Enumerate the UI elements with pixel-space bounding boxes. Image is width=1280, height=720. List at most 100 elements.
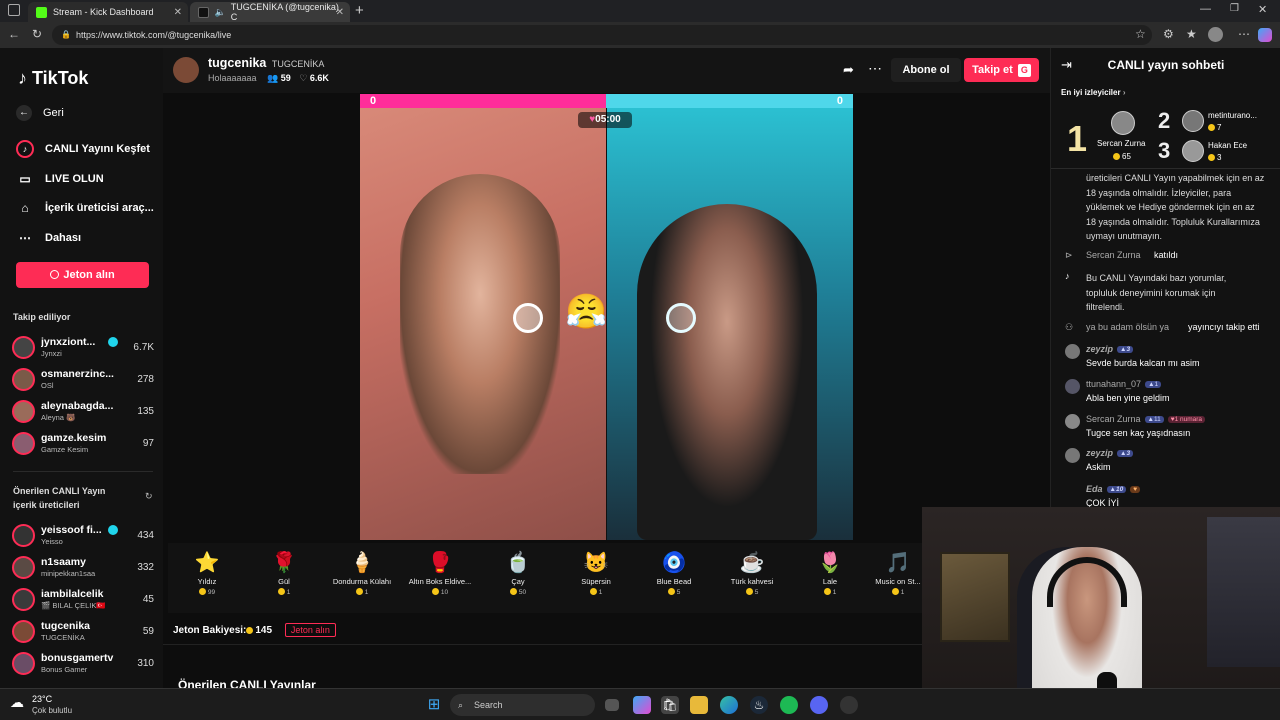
gift-item[interactable]: ☕ Türk kahvesi 5 xyxy=(713,549,791,596)
chat-username[interactable]: zeyzip ▲3 xyxy=(1086,448,1134,458)
avatar[interactable] xyxy=(1065,448,1080,463)
get-coins-button[interactable]: Jeton alın xyxy=(16,262,149,288)
avatar[interactable] xyxy=(1065,344,1080,359)
nav-live-explore[interactable]: ♪ CANLI Yayını Keşfet xyxy=(16,140,150,158)
top-viewers-label[interactable]: En iyi izleyiciler › xyxy=(1061,88,1126,97)
extensions-icon[interactable]: ⚙ xyxy=(1163,27,1174,41)
more-options-icon[interactable]: ⋯ xyxy=(868,60,882,77)
more-dots-icon: ⋯ xyxy=(19,231,31,245)
host-avatar[interactable] xyxy=(173,57,199,83)
gift-item[interactable]: 🍵 Çay 50 xyxy=(479,549,557,596)
suggested-account[interactable]: bonusgamertv Bonus Gamer 310 xyxy=(12,650,154,678)
battle-video[interactable]: 0 0 ♥05:00 😤 xyxy=(360,94,853,540)
suggested-account[interactable]: iambilalcelik 🎬 BILAL ÇELIK🇹🇷 45 xyxy=(12,586,154,614)
window-menu-icon[interactable] xyxy=(8,4,20,16)
task-view-icon[interactable] xyxy=(605,699,619,711)
nav-more[interactable]: ⋯ Dahası xyxy=(16,231,81,245)
maximize-button[interactable]: ❐ xyxy=(1230,3,1239,14)
gift-price: 1 xyxy=(557,588,635,596)
account-subtitle: Bonus Gamer xyxy=(41,665,88,674)
spotify-icon[interactable] xyxy=(780,696,798,714)
app-icon[interactable] xyxy=(840,696,858,714)
buy-coins-button[interactable]: Jeton alın xyxy=(284,623,336,637)
new-tab-button[interactable]: + xyxy=(355,2,364,19)
refresh-icon[interactable]: ↻ xyxy=(145,491,153,502)
taskbar-search[interactable]: ⌕ Search xyxy=(450,694,595,716)
nav-creator-tools[interactable]: ⌂ İçerik üreticisi araç... xyxy=(16,201,153,215)
copilot-icon[interactable] xyxy=(1258,28,1272,42)
account-name: tugcenika xyxy=(41,620,91,632)
gift-item[interactable]: 🌹 Gül 1 xyxy=(245,549,323,596)
avatar xyxy=(12,652,35,675)
avatar[interactable] xyxy=(1065,379,1080,394)
tab-tiktok-live[interactable]: 🔈 TUGCENİKA (@tugcenika) C ✕ xyxy=(190,2,350,22)
profile-avatar-icon[interactable] xyxy=(1208,27,1223,42)
close-window-button[interactable]: ✕ xyxy=(1258,3,1267,16)
following-account[interactable]: osmanerzinc... OSl 278 xyxy=(12,366,154,394)
gift-item[interactable]: ⭐ Yıldız 99 xyxy=(168,549,246,596)
weather-desc: Çok bulutlu xyxy=(32,706,73,715)
reload-icon[interactable]: ↻ xyxy=(32,27,42,41)
gift-item[interactable]: 😺 Süpersin 1 xyxy=(557,549,635,596)
home-icon: ⌂ xyxy=(21,201,29,215)
chat-username[interactable]: zeyzip ▲3 xyxy=(1086,344,1134,354)
close-tab-icon[interactable]: ✕ xyxy=(174,7,182,18)
weather-temp: 23°C xyxy=(32,694,53,704)
chat-username[interactable]: Eda ▲10 ♥ xyxy=(1086,484,1141,494)
suggested-account[interactable]: n1saamy minipekkan1saa 332 xyxy=(12,554,154,582)
avatar[interactable] xyxy=(1065,414,1080,429)
favorites-icon[interactable]: ★ xyxy=(1186,27,1197,41)
chat-username[interactable]: Sercan Zurna xyxy=(1086,250,1141,260)
following-account[interactable]: jynxziont... Jynxzi 6.7K xyxy=(12,334,154,362)
following-account[interactable]: gamze.kesim Gamze Kesim 97 xyxy=(12,430,154,458)
level-badge: ▲11 xyxy=(1144,416,1164,423)
subscribe-button[interactable]: Abone ol xyxy=(891,58,961,82)
tiktok-logo[interactable]: ♪ TikTok xyxy=(18,68,88,89)
nav-back[interactable]: ← Geri xyxy=(16,105,64,121)
join-icon: ⊳ xyxy=(1065,250,1073,260)
favorite-star-icon[interactable]: ☆ xyxy=(1135,27,1146,41)
gift-price: 1 xyxy=(868,588,928,596)
gift-price: 50 xyxy=(479,588,557,596)
following-account[interactable]: aleynabagda... Aleyna 🐻 135 xyxy=(12,398,154,426)
gift-item[interactable]: 🍦 Dondurma Külahı 1 xyxy=(323,549,401,596)
nav-go-live[interactable]: ▭ LIVE OLUN xyxy=(16,172,103,186)
close-tab-icon[interactable]: ✕ xyxy=(336,7,344,18)
url-field[interactable]: 🔒 https://www.tiktok.com/@tugcenika/live xyxy=(52,25,1152,45)
account-name: n1saamy xyxy=(41,556,86,568)
back-arrow-icon: ← xyxy=(16,105,32,121)
music-gift-icon: 🎵 xyxy=(885,552,911,574)
tab-kick-dashboard[interactable]: Stream - Kick Dashboard ✕ xyxy=(28,2,188,22)
follow-button[interactable]: Takip et G xyxy=(964,58,1039,82)
battle-timer: ♥05:00 xyxy=(578,112,632,128)
steam-icon[interactable]: ♨ xyxy=(750,696,768,714)
store-icon[interactable]: 🛍 xyxy=(661,696,679,714)
suggested-account[interactable]: yeissoof fi... Yeisso 434 xyxy=(12,522,154,550)
minimize-button[interactable]: — xyxy=(1200,3,1211,15)
gift-item[interactable]: 🌷 Lale 1 xyxy=(791,549,869,596)
chat-text: Sevde burda kalcan mı asim xyxy=(1086,358,1200,368)
file-explorer-icon[interactable] xyxy=(690,696,708,714)
suggested-account[interactable]: tugcenika TUGCENİKA 59 xyxy=(12,618,154,646)
gift-item[interactable]: 🥊 Altın Boks Eldive... 10 xyxy=(401,549,479,596)
avatar xyxy=(12,336,35,359)
chat-username[interactable]: ya bu adam ölsün ya xyxy=(1086,322,1169,332)
host-name[interactable]: tugcenika TUGCENİKA xyxy=(208,56,324,70)
windows-start-icon[interactable]: ⊞ xyxy=(425,696,443,714)
menu-dots-icon[interactable]: ⋯ xyxy=(1238,27,1250,41)
windows-taskbar: ☁ 23°C Çok bulutlu ⊞ ⌕ Search 🛍 ♨ xyxy=(0,688,1280,720)
tiktok-note-icon: ♪ xyxy=(18,68,27,88)
gift-item[interactable]: 🎵 Music on St... 1 xyxy=(868,549,928,596)
back-icon[interactable]: ← xyxy=(8,27,20,41)
chat-username[interactable]: Sercan Zurna ▲11 ♥1 numara xyxy=(1086,414,1206,424)
copilot-taskbar-icon[interactable] xyxy=(633,696,651,714)
speaker-icon[interactable]: 🔈 xyxy=(215,7,226,18)
chat-username[interactable]: ttunahann_07 ▲1 xyxy=(1086,379,1162,389)
nav-label: Dahası xyxy=(45,232,82,244)
gift-item[interactable]: 🧿 Blue Bead 5 xyxy=(635,549,713,596)
viewer-coins: 65 xyxy=(1113,152,1131,161)
share-icon[interactable]: ➦ xyxy=(843,62,854,78)
chat-message: zeyzip ▲3 Sevde burda kalcan mı asim xyxy=(1065,344,1275,374)
discord-icon[interactable] xyxy=(810,696,828,714)
edge-icon[interactable] xyxy=(720,696,738,714)
